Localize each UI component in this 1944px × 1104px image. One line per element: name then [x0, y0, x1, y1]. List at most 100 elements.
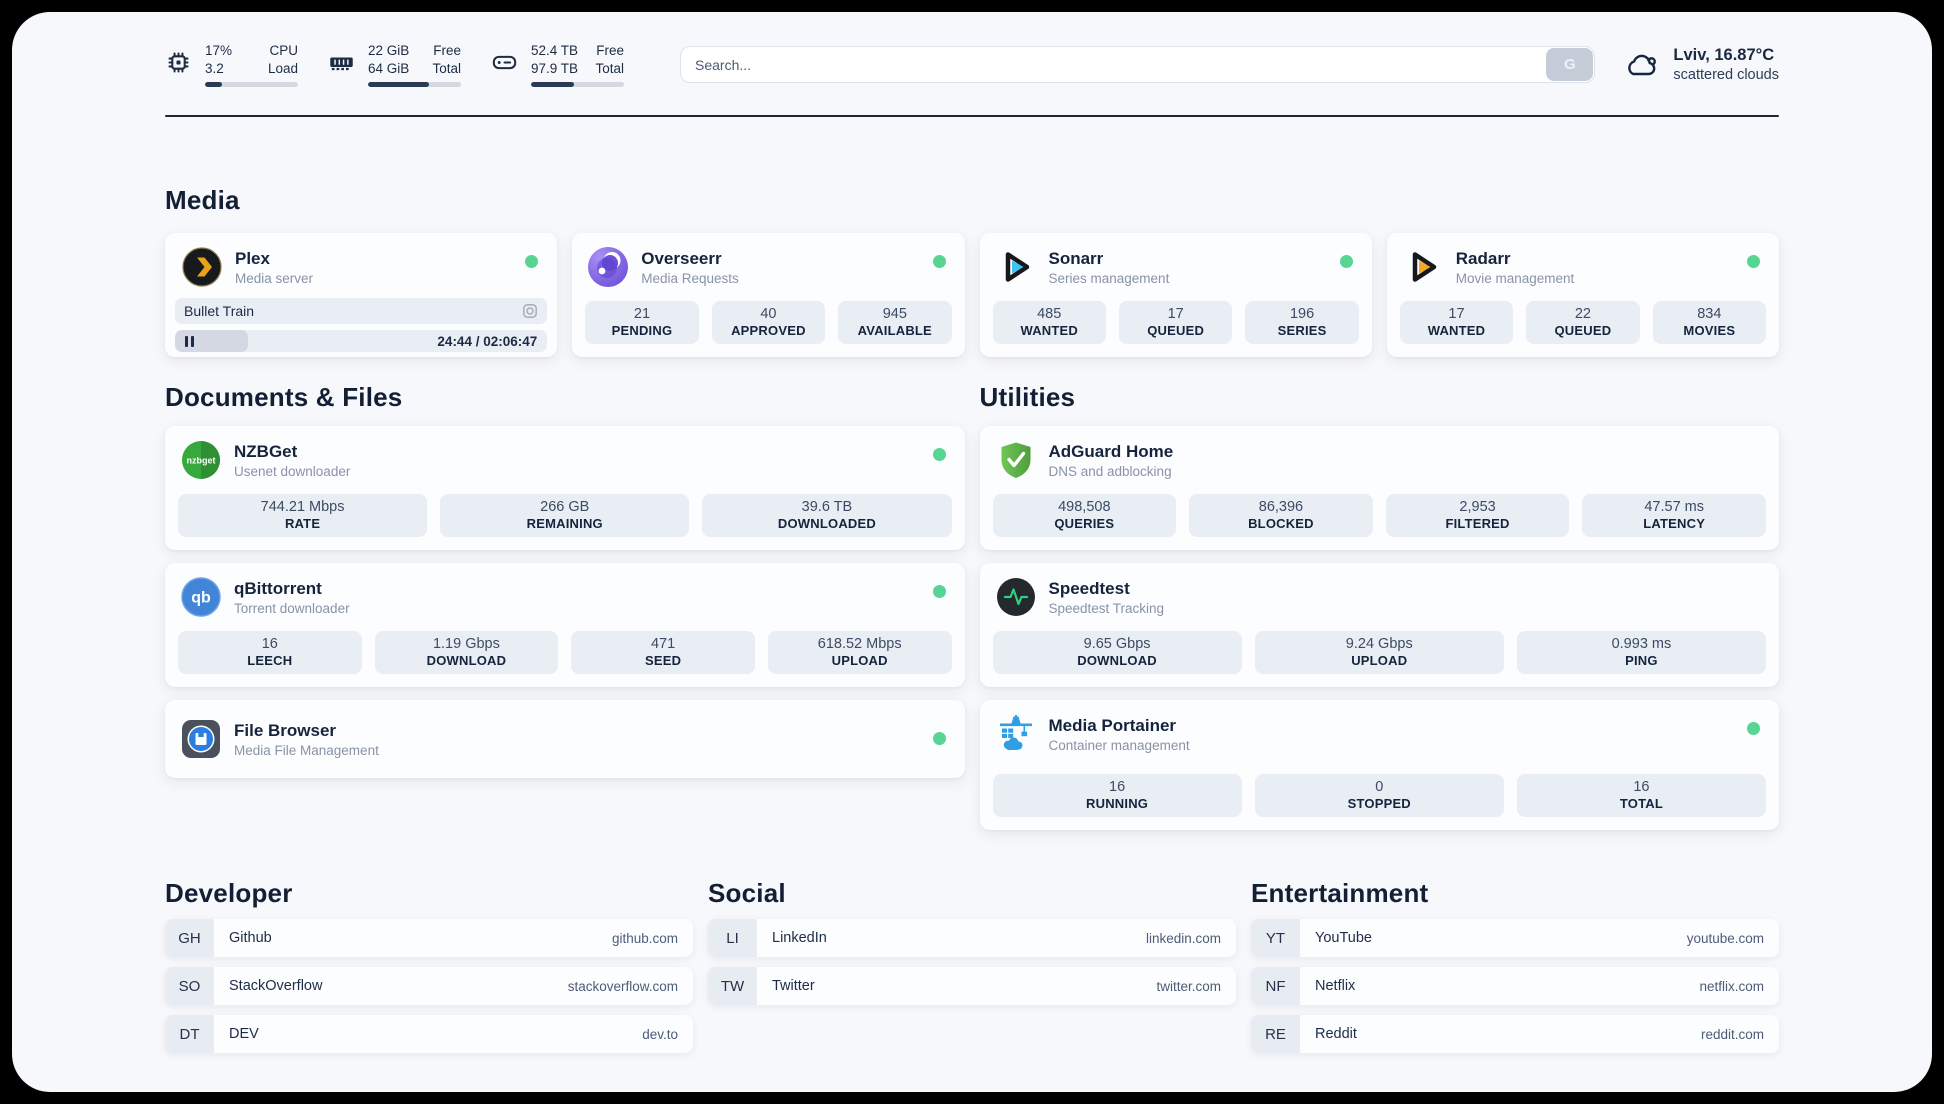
bookmarks-entertainment: Entertainment YT YouTube youtube.com NF …: [1251, 878, 1779, 1053]
stat-pill: 498,508 QUERIES: [992, 493, 1177, 537]
bookmark-url: dev.to: [642, 1026, 678, 1042]
stat-row: 17 WANTED 22 QUEUED 834 MOVIES: [1399, 300, 1767, 344]
stat-row: 744.21 Mbps RATE 266 GB REMAINING 39.6 T…: [178, 493, 952, 537]
stat-pill: 0 STOPPED: [1254, 773, 1504, 817]
bookmark-row-dev[interactable]: DT DEV dev.to: [165, 1015, 693, 1053]
app-desc: Media server: [235, 270, 314, 286]
bookmark-row-youtube[interactable]: YT YouTube youtube.com: [1251, 919, 1779, 957]
section-title-developer: Developer: [165, 878, 293, 908]
bookmark-abbr-badge: GH: [165, 919, 214, 957]
plex-card[interactable]: Plex Media server Bullet Train 24:44 / 0…: [165, 233, 558, 357]
utilities-column: Utilities AdGuard Home DNS and adblockin…: [979, 382, 1779, 830]
filebrowser-card[interactable]: File Browser Media File Management: [165, 700, 965, 778]
stat-pill: 16 LEECH: [178, 630, 362, 674]
stat-pill: 16 TOTAL: [1516, 773, 1767, 817]
bookmark-abbr-badge: SO: [165, 967, 214, 1005]
video-session-icon: [523, 304, 538, 318]
sonarr-card[interactable]: Sonarr Series management 485 WANTED 17 Q…: [979, 233, 1372, 357]
disk-progress-bar: [531, 82, 624, 87]
bookmark-abbr-badge: DT: [165, 1015, 214, 1053]
portainer-card[interactable]: Media Portainer Container management 16 …: [979, 700, 1779, 830]
ram-icon: [330, 57, 353, 71]
disk-stat: 52.4 TB 97.9 TB Free Total: [491, 42, 624, 87]
search-input[interactable]: [680, 46, 1596, 83]
bookmark-row-linkedin[interactable]: LI LinkedIn linkedin.com: [708, 919, 1236, 957]
bookmark-abbr-badge: TW: [708, 967, 757, 1005]
bookmarks-developer: Developer GH Github github.com SO StackO…: [165, 878, 693, 1053]
nzbget-icon: nzbget: [182, 441, 220, 479]
bookmark-row-netflix[interactable]: NF Netflix netflix.com: [1251, 967, 1779, 1005]
app-desc: Usenet downloader: [234, 463, 351, 479]
weather-condition: scattered clouds: [1673, 66, 1779, 83]
bookmark-row-reddit[interactable]: RE Reddit reddit.com: [1251, 1015, 1779, 1053]
app-title: Radarr: [1455, 248, 1511, 268]
bookmark-row-stackoverflow[interactable]: SO StackOverflow stackoverflow.com: [165, 967, 693, 1005]
stat-row: 21 PENDING 40 APPROVED 945 AVAILABLE: [585, 300, 952, 344]
playback-time: 24:44 / 02:06:47: [437, 333, 538, 349]
bookmark-row-github[interactable]: GH Github github.com: [165, 919, 693, 957]
weather-location: Lviv, 16.87°C: [1673, 45, 1775, 64]
app-desc: Media Requests: [641, 270, 739, 286]
disk-icon: [492, 55, 517, 70]
bookmark-row-twitter[interactable]: TW Twitter twitter.com: [708, 967, 1236, 1005]
app-desc: Container management: [1048, 737, 1190, 753]
radarr-card[interactable]: Radarr Movie management 17 WANTED 22 QUE…: [1386, 233, 1779, 357]
stat-pill: 1.19 Gbps DOWNLOAD: [374, 630, 559, 674]
google-search-button[interactable]: G: [1546, 48, 1594, 81]
app-title: Plex: [235, 248, 270, 268]
dashboard-page: 17% 3.2 CPU Load 22 GiB 64 GiB Free Tota…: [12, 12, 1932, 1092]
stat-pill: 196 SERIES: [1245, 300, 1359, 344]
disk-labels: Free Total: [595, 43, 624, 76]
bookmark-url: linkedin.com: [1145, 930, 1221, 946]
bookmark-abbr-badge: YT: [1251, 919, 1300, 957]
search-bar: G: [680, 46, 1596, 83]
adguard-card[interactable]: AdGuard Home DNS and adblocking 498,508 …: [979, 426, 1779, 550]
bookmark-url: reddit.com: [1700, 1026, 1764, 1042]
status-dot: [932, 448, 946, 461]
status-dot: [1339, 255, 1353, 268]
app-desc: Movie management: [1455, 270, 1575, 286]
stat-pill: 618.52 Mbps UPLOAD: [767, 630, 952, 674]
stat-pill: 17 WANTED: [1399, 300, 1514, 344]
stat-pill: 16 RUNNING: [992, 773, 1242, 817]
cpu-chip-icon: [168, 52, 189, 73]
adguard-icon: [1001, 442, 1030, 478]
app-title: NZBGet: [234, 441, 298, 461]
speedtest-card[interactable]: Speedtest Speedtest Tracking 9.65 Gbps D…: [979, 563, 1779, 687]
app-title: qBittorrent: [234, 578, 322, 598]
memory-stat: 22 GiB 64 GiB Free Total: [328, 42, 461, 87]
qbittorrent-card[interactable]: qb qBittorrent Torrent downloader 16 LEE…: [165, 563, 965, 687]
status-dot: [932, 255, 946, 268]
playback-progress-bar: 24:44 / 02:06:47: [175, 330, 548, 352]
bookmark-url: netflix.com: [1699, 978, 1764, 994]
pause-button[interactable]: [185, 335, 194, 347]
bookmark-url: stackoverflow.com: [567, 978, 678, 994]
section-title-documents: Documents & Files: [165, 382, 403, 412]
cpu-progress-bar: [205, 82, 298, 87]
bookmark-name: StackOverflow: [229, 978, 323, 994]
sonarr-icon: [1005, 252, 1029, 282]
nzbget-card[interactable]: nzbget NZBGet Usenet downloader 744.21 M…: [165, 426, 965, 550]
overseerr-card[interactable]: Overseerr Media Requests 21 PENDING 40 A…: [572, 233, 965, 357]
bookmark-url: twitter.com: [1156, 978, 1221, 994]
app-desc: Media File Management: [234, 742, 379, 758]
overseerr-icon: [588, 247, 629, 287]
status-dot: [932, 732, 946, 745]
section-title-entertainment: Entertainment: [1251, 878, 1429, 908]
stat-pill: 17 QUEUED: [1118, 300, 1233, 344]
app-desc: Series management: [1048, 270, 1170, 286]
stat-pill: 9.24 Gbps UPLOAD: [1254, 630, 1504, 674]
svg-text:qb: qb: [191, 590, 211, 607]
status-dot: [1747, 722, 1760, 735]
stat-pill: 2,953 FILTERED: [1385, 493, 1570, 537]
app-title: AdGuard Home: [1048, 441, 1174, 461]
stat-row: 9.65 Gbps DOWNLOAD 9.24 Gbps UPLOAD 0.99…: [992, 630, 1767, 674]
stat-pill: 0.993 ms PING: [1516, 630, 1767, 674]
now-playing-title: Bullet Train: [184, 303, 255, 319]
bookmark-name: Twitter: [772, 978, 815, 994]
cpu-values: 17% 3.2: [205, 43, 233, 76]
memory-values: 22 GiB 64 GiB: [368, 43, 410, 76]
bookmark-url: youtube.com: [1686, 930, 1764, 946]
app-desc: Torrent downloader: [234, 600, 350, 616]
disk-values: 52.4 TB 97.9 TB: [531, 43, 579, 76]
